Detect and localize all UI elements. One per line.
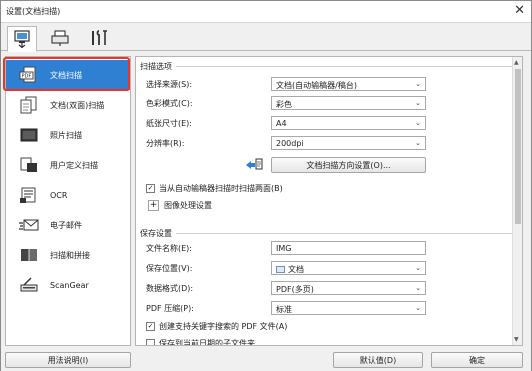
source-label: 选择来源(S): [146,80,193,89]
source-select[interactable]: 文档(自动输稿器/稿台) ⌄ [271,77,426,91]
sidebar-item-email[interactable]: 电子邮件 [6,210,130,240]
plus-icon[interactable]: + [148,200,159,211]
chevron-down-icon: ⌄ [415,139,421,147]
sidebar-item-label: OCR [50,190,68,200]
save-location-value: 文档 [288,265,304,274]
sidebar-item-duplex-document-scan[interactable]: 文档(双面)扫描 [6,90,130,120]
ocr-icon [14,186,44,204]
chevron-down-icon: ⌄ [415,304,421,312]
sidebar-item-custom-scan[interactable]: 用户定义扫描 [6,150,130,180]
resolution-select[interactable]: 200dpi ⌄ [271,136,426,150]
sidebar-item-label: 文档扫描 [50,70,82,80]
tools-icon [92,30,107,45]
data-format-value: PDF(多页) [276,285,314,294]
tab-general-settings[interactable] [85,26,115,50]
data-format-label: 数据格式(D): [146,284,194,293]
data-format-select[interactable]: PDF(多页) ⌄ [271,281,426,295]
pdf-compression-label: PDF 压缩(P): [146,304,194,313]
checkbox-box[interactable] [146,339,155,345]
email-icon [14,216,44,234]
paper-size-select[interactable]: A4 ⌄ [271,116,426,130]
computer-scan-icon [14,30,30,48]
vertical-scrollbar[interactable]: ▲ ▼ [512,57,522,345]
orientation-icon [244,157,264,173]
sidebar-item-stitch-scan[interactable]: 扫描和拼接 [6,240,130,270]
sidebar-item-scangear[interactable]: ScanGear [6,270,130,300]
paper-size-label: 纸张尺寸(E): [146,119,192,128]
settings-panel: 扫描选项 选择来源(S): 文档(自动输稿器/稿台) ⌄ 色彩模式(C): 彩色 ⌄… [135,56,523,346]
bottom-bar: 用法说明(I) 默认值(D) 确定 [1,349,531,371]
photo-icon [14,126,44,144]
scanner-panel-icon [51,30,69,46]
searchable-pdf-checkbox[interactable]: ✓ 创建支持关键字搜索的 PDF 文件(A) [146,321,287,332]
duplex-checkbox-label: 当从自动输稿器扫描时扫描两面(B) [159,184,283,193]
scangear-icon [14,276,44,294]
save-settings-heading: 保存设置 [140,229,172,238]
checkbox-box[interactable]: ✓ [146,322,155,331]
scroll-down-icon[interactable]: ▼ [514,336,519,343]
sidebar-item-label: 文档(双面)扫描 [50,100,105,110]
help-button[interactable]: 用法说明(I) [5,352,131,368]
image-processing-expander[interactable]: + 图像处理设置 [148,200,212,211]
pdf-document-icon: PDF [14,66,44,84]
color-mode-select[interactable]: 彩色 ⌄ [271,96,426,110]
svg-text:PDF: PDF [22,74,32,80]
color-mode-value: 彩色 [276,100,292,109]
duplex-checkbox[interactable]: ✓ 当从自动输稿器扫描时扫描两面(B) [146,183,283,194]
color-mode-label: 色彩模式(C): [146,99,193,108]
divider [176,233,512,234]
chevron-down-icon: ⌄ [415,80,421,88]
source-value: 文档(自动输稿器/稿台) [276,81,357,90]
resolution-label: 分辨率(R): [146,139,185,148]
tab-scan-from-panel[interactable] [45,26,75,50]
scan-type-sidebar: PDF 文档扫描 文档(双面)扫描 照片扫描 用户定义扫描 OCR 电子邮件 扫… [5,56,131,346]
sidebar-item-label: ScanGear [50,280,89,290]
folder-icon [276,266,285,273]
chevron-down-icon: ⌄ [415,264,421,272]
top-tab-bar [1,23,531,52]
ok-button[interactable]: 确定 [431,352,523,368]
sidebar-item-label: 电子邮件 [50,220,82,230]
filename-label: 文件名称(E): [146,244,192,253]
divider [176,66,512,67]
title-bar: 设置(文档扫描) ✕ [1,1,531,23]
save-location-select[interactable]: 文档 ⌄ [271,261,426,275]
chevron-down-icon: ⌄ [415,284,421,292]
sidebar-item-document-scan[interactable]: PDF 文档扫描 [6,60,130,90]
pdf-compression-value: 标准 [276,305,292,314]
resolution-value: 200dpi [276,139,304,148]
sidebar-item-label: 用户定义扫描 [50,160,98,170]
stitch-icon [14,246,44,264]
sidebar-item-label: 照片扫描 [50,130,82,140]
image-processing-label: 图像处理设置 [164,201,212,210]
filename-input[interactable]: IMG [271,241,426,255]
settings-window: 设置(文档扫描) ✕ PDF 文档扫描 文档(双面)扫描 照片扫描 用户定义扫描… [0,0,532,371]
chevron-down-icon: ⌄ [415,99,421,107]
scroll-thumb[interactable] [515,69,521,224]
close-icon[interactable]: ✕ [514,4,525,18]
chevron-down-icon: ⌄ [415,119,421,127]
date-subfolder-label: 保存到当前日期的子文件夹 [159,339,255,346]
custom-scan-icon [14,156,44,174]
window-title: 设置(文档扫描) [6,7,61,16]
tab-scan-from-computer[interactable] [7,26,37,52]
checkbox-box[interactable]: ✓ [146,184,155,193]
sidebar-item-ocr[interactable]: OCR [6,180,130,210]
save-location-label: 保存位置(V): [146,264,193,273]
sidebar-item-label: 扫描和拼接 [50,250,90,260]
sidebar-item-photo-scan[interactable]: 照片扫描 [6,120,130,150]
scroll-up-icon[interactable]: ▲ [514,59,519,66]
orientation-settings-button[interactable]: 文档扫描方向设置(O)... [271,157,426,173]
scan-options-heading: 扫描选项 [140,62,172,71]
searchable-pdf-label: 创建支持关键字搜索的 PDF 文件(A) [159,322,288,331]
pdf-compression-select[interactable]: 标准 ⌄ [271,301,426,315]
duplex-document-icon [14,96,44,114]
paper-size-value: A4 [276,119,287,128]
defaults-button[interactable]: 默认值(D) [333,352,423,368]
date-subfolder-checkbox[interactable]: 保存到当前日期的子文件夹 [146,338,255,346]
